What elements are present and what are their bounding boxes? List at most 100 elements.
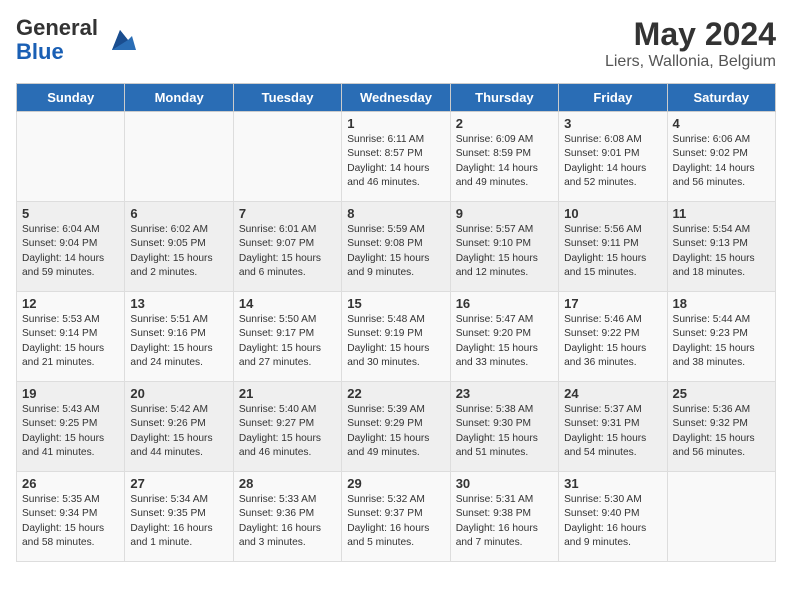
day-info: Sunrise: 5:33 AMSunset: 9:36 PMDaylight:… [239, 494, 321, 548]
page-header: GeneralBlue May 2024 Liers, Wallonia, Be… [16, 16, 776, 71]
calendar-cell: 23 Sunrise: 5:38 AMSunset: 9:30 PMDayligh… [450, 382, 558, 472]
day-info: Sunrise: 6:11 AMSunset: 8:57 PMDaylight:… [347, 134, 429, 188]
weekday-header-monday: Monday [125, 84, 233, 112]
day-number: 12 [22, 296, 119, 311]
day-number: 27 [130, 476, 227, 491]
calendar-cell: 31 Sunrise: 5:30 AMSunset: 9:40 PMDayligh… [559, 472, 667, 562]
calendar-cell: 24 Sunrise: 5:37 AMSunset: 9:31 PMDayligh… [559, 382, 667, 472]
calendar-cell: 16Sunrise: 5:47 AMSunset: 9:20 PMDayligh… [450, 292, 558, 382]
day-info: Sunrise: 5:53 AMSunset: 9:14 PMDaylight:… [22, 314, 104, 368]
calendar-cell: 30 Sunrise: 5:31 AMSunset: 9:38 PMDayligh… [450, 472, 558, 562]
day-number: 30 [456, 476, 553, 491]
calendar-cell [667, 472, 775, 562]
calendar-cell: 6 Sunrise: 6:02 AMSunset: 9:05 PMDaylight… [125, 202, 233, 292]
day-info: Sunrise: 5:57 AMSunset: 9:10 PMDaylight:… [456, 224, 538, 278]
calendar-cell: 5Sunrise: 6:04 AMSunset: 9:04 PMDaylight… [17, 202, 125, 292]
day-info: Sunrise: 5:59 AMSunset: 9:08 PMDaylight:… [347, 224, 429, 278]
day-number: 2 [456, 116, 553, 131]
day-number: 19 [22, 386, 119, 401]
day-number: 4 [673, 116, 770, 131]
calendar-cell: 17 Sunrise: 5:46 AMSunset: 9:22 PMDayligh… [559, 292, 667, 382]
day-info: Sunrise: 5:46 AMSunset: 9:22 PMDaylight:… [564, 314, 646, 368]
calendar-cell: 10 Sunrise: 5:56 AMSunset: 9:11 PMDayligh… [559, 202, 667, 292]
logo-icon [102, 22, 138, 58]
day-info: Sunrise: 5:56 AMSunset: 9:11 PMDaylight:… [564, 224, 646, 278]
calendar-table: SundayMondayTuesdayWednesdayThursdayFrid… [16, 83, 776, 562]
day-number: 15 [347, 296, 444, 311]
calendar-subtitle: Liers, Wallonia, Belgium [605, 53, 776, 71]
calendar-cell: 11Sunrise: 5:54 AMSunset: 9:13 PMDayligh… [667, 202, 775, 292]
calendar-cell: 29 Sunrise: 5:32 AMSunset: 9:37 PMDayligh… [342, 472, 450, 562]
logo-text: GeneralBlue [16, 16, 98, 64]
week-row-1: 1Sunrise: 6:11 AMSunset: 8:57 PMDaylight… [17, 112, 776, 202]
day-number: 21 [239, 386, 336, 401]
calendar-cell: 2Sunrise: 6:09 AMSunset: 8:59 PMDaylight… [450, 112, 558, 202]
calendar-cell: 27Sunrise: 5:34 AMSunset: 9:35 PMDayligh… [125, 472, 233, 562]
calendar-cell: 20 Sunrise: 5:42 AMSunset: 9:26 PMDayligh… [125, 382, 233, 472]
day-info: Sunrise: 5:32 AMSunset: 9:37 PMDaylight:… [347, 494, 429, 548]
day-info: Sunrise: 6:08 AMSunset: 9:01 PMDaylight:… [564, 134, 646, 188]
day-number: 29 [347, 476, 444, 491]
day-number: 14 [239, 296, 336, 311]
day-number: 24 [564, 386, 661, 401]
day-number: 7 [239, 206, 336, 221]
day-number: 9 [456, 206, 553, 221]
week-row-5: 26 Sunrise: 5:35 AMSunset: 9:34 PMDayligh… [17, 472, 776, 562]
day-number: 18 [673, 296, 770, 311]
calendar-cell: 15 Sunrise: 5:48 AMSunset: 9:19 PMDayligh… [342, 292, 450, 382]
week-row-4: 19Sunrise: 5:43 AMSunset: 9:25 PMDayligh… [17, 382, 776, 472]
day-number: 22 [347, 386, 444, 401]
day-info: Sunrise: 5:31 AMSunset: 9:38 PMDaylight:… [456, 494, 538, 548]
calendar-cell: 12 Sunrise: 5:53 AMSunset: 9:14 PMDayligh… [17, 292, 125, 382]
weekday-header-tuesday: Tuesday [233, 84, 341, 112]
calendar-cell: 1Sunrise: 6:11 AMSunset: 8:57 PMDaylight… [342, 112, 450, 202]
day-info: Sunrise: 5:44 AMSunset: 9:23 PMDaylight:… [673, 314, 755, 368]
weekday-header-sunday: Sunday [17, 84, 125, 112]
day-info: Sunrise: 5:51 AMSunset: 9:16 PMDaylight:… [130, 314, 212, 368]
day-info: Sunrise: 6:02 AMSunset: 9:05 PMDaylight:… [130, 224, 212, 278]
day-number: 6 [130, 206, 227, 221]
calendar-cell: 7 Sunrise: 6:01 AMSunset: 9:07 PMDaylight… [233, 202, 341, 292]
calendar-cell: 3Sunrise: 6:08 AMSunset: 9:01 PMDaylight… [559, 112, 667, 202]
title-block: May 2024 Liers, Wallonia, Belgium [605, 16, 776, 71]
day-number: 5 [22, 206, 119, 221]
calendar-cell: 25Sunrise: 5:36 AMSunset: 9:32 PMDayligh… [667, 382, 775, 472]
day-number: 17 [564, 296, 661, 311]
calendar-cell: 8 Sunrise: 5:59 AMSunset: 9:08 PMDaylight… [342, 202, 450, 292]
logo: GeneralBlue [16, 16, 138, 64]
day-number: 26 [22, 476, 119, 491]
day-info: Sunrise: 5:35 AMSunset: 9:34 PMDaylight:… [22, 494, 104, 548]
day-info: Sunrise: 5:54 AMSunset: 9:13 PMDaylight:… [673, 224, 755, 278]
day-number: 20 [130, 386, 227, 401]
weekday-header-thursday: Thursday [450, 84, 558, 112]
calendar-cell: 22 Sunrise: 5:39 AMSunset: 9:29 PMDayligh… [342, 382, 450, 472]
day-number: 10 [564, 206, 661, 221]
day-number: 28 [239, 476, 336, 491]
calendar-cell [233, 112, 341, 202]
calendar-cell [17, 112, 125, 202]
day-info: Sunrise: 5:40 AMSunset: 9:27 PMDaylight:… [239, 404, 321, 458]
day-number: 31 [564, 476, 661, 491]
day-number: 25 [673, 386, 770, 401]
day-info: Sunrise: 5:30 AMSunset: 9:40 PMDaylight:… [564, 494, 646, 548]
day-info: Sunrise: 5:38 AMSunset: 9:30 PMDaylight:… [456, 404, 538, 458]
calendar-cell: 18 Sunrise: 5:44 AMSunset: 9:23 PMDayligh… [667, 292, 775, 382]
calendar-cell: 9 Sunrise: 5:57 AMSunset: 9:10 PMDaylight… [450, 202, 558, 292]
weekday-header-row: SundayMondayTuesdayWednesdayThursdayFrid… [17, 84, 776, 112]
day-info: Sunrise: 6:06 AMSunset: 9:02 PMDaylight:… [673, 134, 755, 188]
day-info: Sunrise: 5:42 AMSunset: 9:26 PMDaylight:… [130, 404, 212, 458]
week-row-3: 12 Sunrise: 5:53 AMSunset: 9:14 PMDayligh… [17, 292, 776, 382]
day-number: 13 [130, 296, 227, 311]
day-info: Sunrise: 5:50 AMSunset: 9:17 PMDaylight:… [239, 314, 321, 368]
calendar-cell: 21 Sunrise: 5:40 AMSunset: 9:27 PMDayligh… [233, 382, 341, 472]
weekday-header-saturday: Saturday [667, 84, 775, 112]
day-info: Sunrise: 5:37 AMSunset: 9:31 PMDaylight:… [564, 404, 646, 458]
day-info: Sunrise: 5:48 AMSunset: 9:19 PMDaylight:… [347, 314, 429, 368]
day-info: Sunrise: 5:39 AMSunset: 9:29 PMDaylight:… [347, 404, 429, 458]
calendar-cell: 4 Sunrise: 6:06 AMSunset: 9:02 PMDaylight… [667, 112, 775, 202]
day-number: 23 [456, 386, 553, 401]
day-number: 8 [347, 206, 444, 221]
calendar-cell [125, 112, 233, 202]
day-info: Sunrise: 6:01 AMSunset: 9:07 PMDaylight:… [239, 224, 321, 278]
calendar-cell: 13 Sunrise: 5:51 AMSunset: 9:16 PMDayligh… [125, 292, 233, 382]
